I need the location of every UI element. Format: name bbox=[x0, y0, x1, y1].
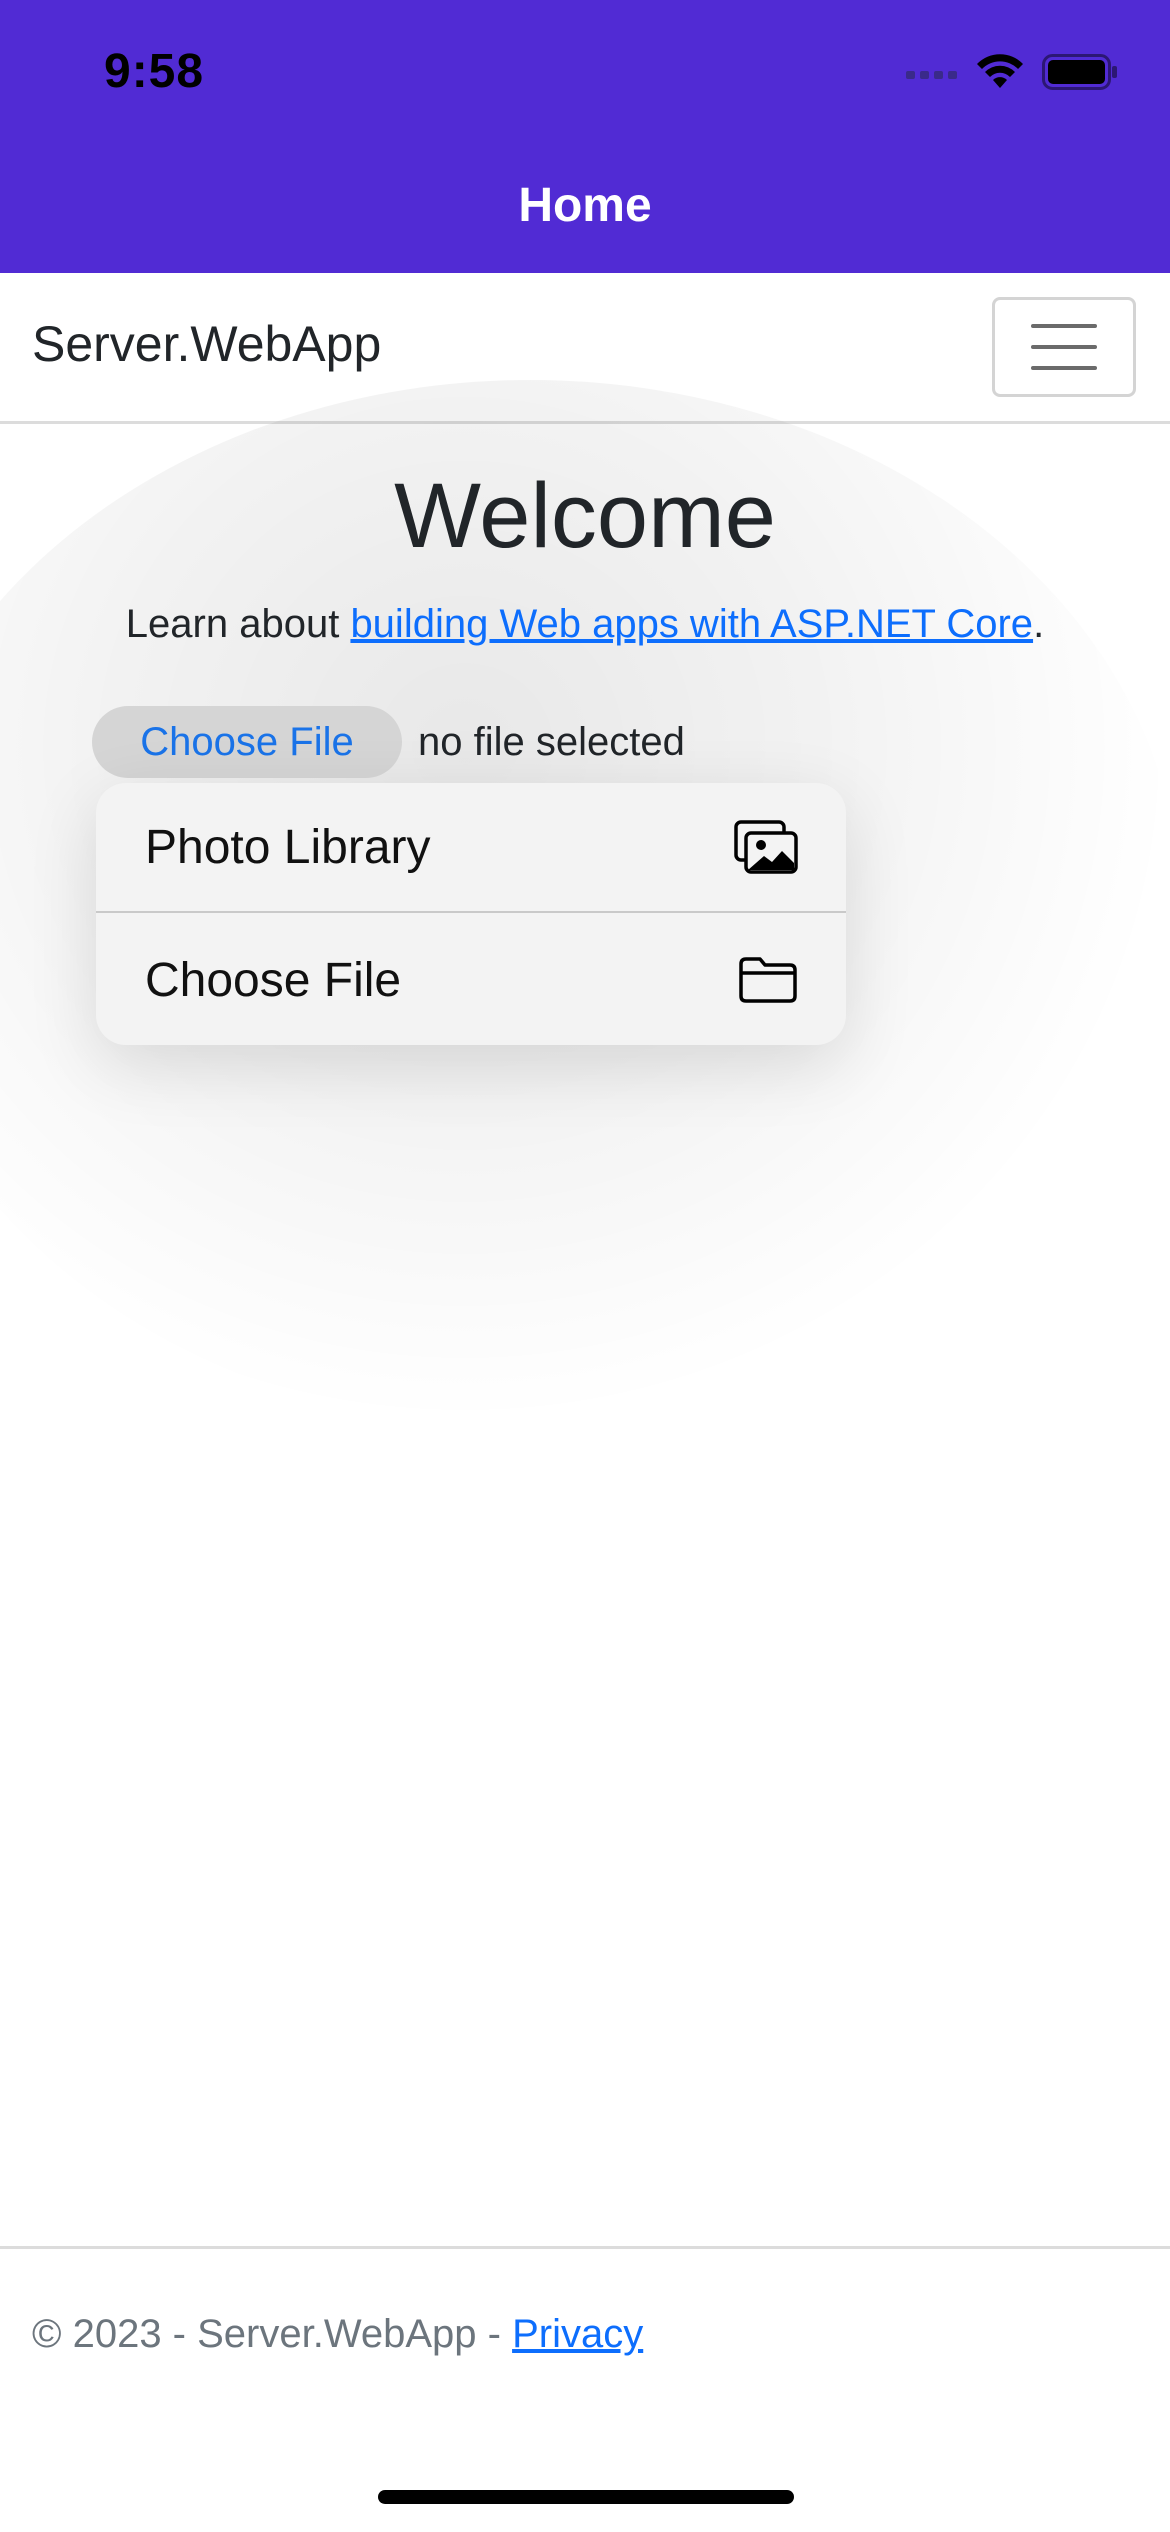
welcome-heading: Welcome bbox=[394, 465, 776, 567]
aspnet-docs-link[interactable]: building Web apps with ASP.NET Core bbox=[350, 602, 1033, 646]
file-status: no file selected bbox=[418, 719, 685, 764]
menu-item-label: Photo Library bbox=[145, 820, 431, 874]
wifi-icon bbox=[977, 54, 1023, 88]
file-input: Choose File no file selected bbox=[92, 706, 685, 778]
choose-file-button[interactable]: Choose File bbox=[92, 706, 402, 778]
menu-item-choose-file[interactable]: Choose File bbox=[96, 915, 846, 1045]
photo-library-icon bbox=[734, 820, 798, 874]
battery-icon bbox=[1042, 54, 1117, 90]
learn-text: Learn about building Web apps with ASP.N… bbox=[0, 602, 1170, 647]
navbar-toggler-button[interactable] bbox=[992, 297, 1136, 397]
app-header: 9:58 Home bbox=[0, 0, 1170, 273]
cellular-signal-icon bbox=[906, 71, 957, 79]
learn-prefix: Learn about bbox=[125, 602, 351, 646]
web-navbar: Server.WebApp bbox=[0, 273, 1170, 424]
navbar-brand[interactable]: Server.WebApp bbox=[32, 315, 381, 373]
privacy-link[interactable]: Privacy bbox=[512, 2312, 643, 2356]
footer: © 2023 - Server.WebApp - Privacy bbox=[32, 2312, 643, 2357]
hamburger-menu-icon bbox=[1031, 324, 1097, 370]
status-icons bbox=[906, 52, 1118, 92]
status-time: 9:58 bbox=[104, 45, 205, 98]
page-title: Home bbox=[518, 179, 652, 232]
folder-icon bbox=[739, 957, 797, 1003]
app-screen: 9:58 Home Server.WebApp Welcome Learn ab… bbox=[0, 0, 1170, 2532]
file-picker-menu: Photo Library Choose File bbox=[96, 783, 846, 1045]
footer-copyright: © 2023 - Server.WebApp - bbox=[32, 2312, 513, 2356]
menu-item-label: Choose File bbox=[145, 953, 402, 1007]
home-indicator[interactable] bbox=[378, 2490, 794, 2504]
learn-suffix: . bbox=[1033, 602, 1045, 646]
footer-divider bbox=[0, 2246, 1170, 2249]
menu-item-photo-library[interactable]: Photo Library bbox=[96, 783, 846, 913]
